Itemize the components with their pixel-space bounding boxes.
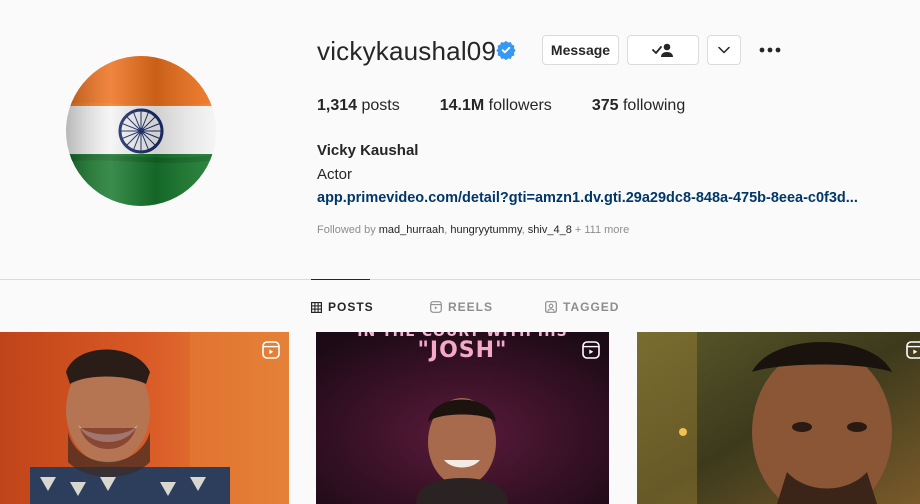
- tab-posts-label: POSTS: [328, 300, 374, 314]
- following-count-label: following: [622, 97, 686, 114]
- suggested-accounts-button[interactable]: [707, 35, 741, 65]
- tabs-divider: [0, 279, 920, 280]
- posts-count-label: posts: [361, 97, 400, 114]
- verified-badge-icon: [496, 40, 516, 60]
- followed-by-name[interactable]: mad_hurraah: [379, 224, 444, 236]
- posts-count-number: 1,314: [317, 97, 358, 114]
- more-options-button[interactable]: [756, 40, 784, 60]
- reel-badge-icon: [262, 341, 280, 359]
- tab-reels-label: REELS: [448, 300, 494, 314]
- followers-count-label: followers: [488, 97, 552, 114]
- followers-count[interactable]: 14.1M followers: [440, 97, 552, 115]
- person-check-icon: [652, 43, 673, 57]
- followed-by-name[interactable]: shiv_4_8: [528, 224, 572, 236]
- followed-by[interactable]: Followed by mad_hurraah, hungryytummy, s…: [317, 224, 629, 236]
- tab-reels[interactable]: REELS: [430, 299, 493, 315]
- following-count[interactable]: 375 following: [592, 97, 685, 115]
- post-tile[interactable]: [0, 332, 289, 504]
- reel-badge-icon: [582, 341, 600, 359]
- followed-by-name[interactable]: hungryytummy: [450, 224, 521, 236]
- profile-external-link[interactable]: app.primevideo.com/detail?gti=amzn1.dv.g…: [317, 190, 858, 206]
- chevron-down-icon: [718, 46, 730, 54]
- posts-count: 1,314 posts: [317, 97, 400, 115]
- profile-stats: 1,314 posts 14.1M followers 375 followin…: [317, 97, 725, 115]
- tab-posts[interactable]: POSTS: [311, 299, 374, 315]
- post-tile[interactable]: [637, 332, 920, 504]
- profile-category: Actor: [317, 166, 353, 183]
- reel-badge-icon: [906, 341, 920, 359]
- post-thumbnail-image: [0, 332, 289, 504]
- following-button[interactable]: [627, 35, 699, 65]
- post-tile[interactable]: IN THE COURT WITH HIS "JOSH": [316, 332, 609, 504]
- grid-icon: [311, 301, 322, 313]
- india-flag-image: [66, 56, 216, 206]
- tab-tagged[interactable]: TAGGED: [545, 299, 619, 315]
- post-thumbnail-image: [637, 332, 920, 504]
- profile-username: vickykaushal09: [317, 36, 497, 66]
- post-overlay-caption: "JOSH": [417, 338, 508, 363]
- message-button[interactable]: Message: [542, 35, 619, 65]
- profile-avatar[interactable]: [66, 56, 216, 206]
- following-count-number: 375: [591, 97, 619, 114]
- active-tab-indicator: [311, 279, 370, 280]
- followed-by-prefix: Followed by: [317, 224, 376, 236]
- followed-by-more[interactable]: + 111 more: [575, 224, 629, 236]
- tab-tagged-label: TAGGED: [563, 300, 620, 314]
- followers-count-number: 14.1M: [439, 97, 485, 114]
- tagged-icon: [545, 301, 557, 313]
- reels-icon: [430, 301, 442, 313]
- profile-full-name: Vicky Kaushal: [317, 142, 419, 159]
- more-horizontal-icon: [759, 47, 781, 53]
